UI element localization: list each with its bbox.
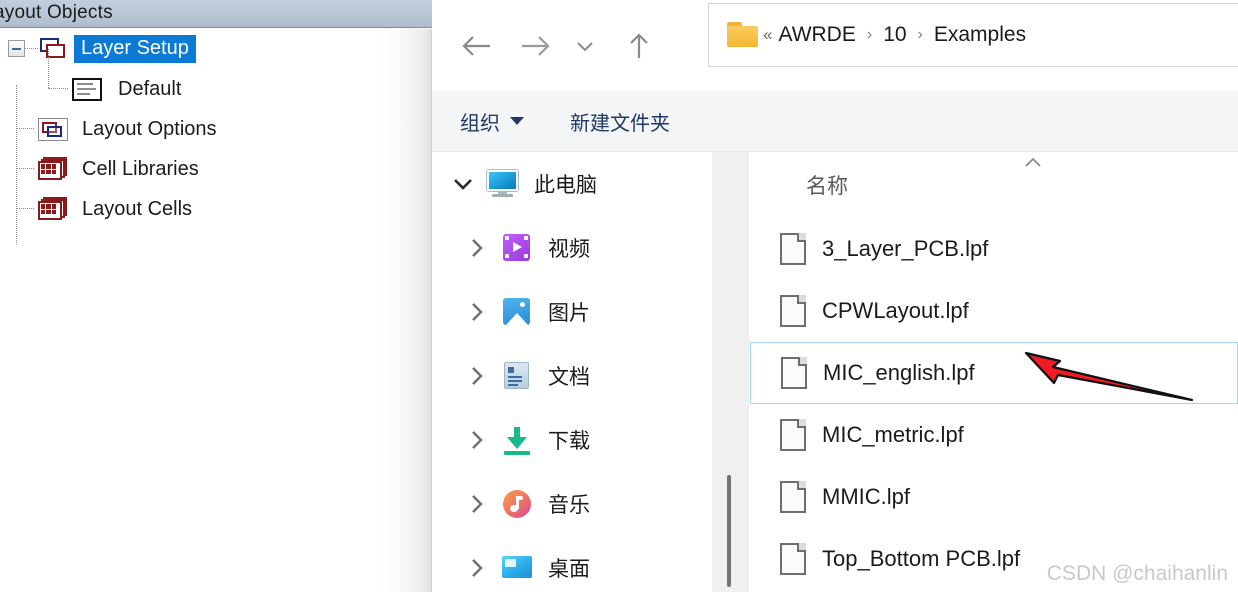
breadcrumb-item-examples[interactable]: Examples	[934, 23, 1026, 47]
breadcrumb-overflow[interactable]: «	[761, 25, 778, 45]
file-name: MIC_english.lpf	[823, 360, 975, 385]
tree-connector	[16, 128, 34, 129]
chevron-right-icon[interactable]	[454, 556, 500, 580]
new-folder-label: 新建文件夹	[570, 112, 670, 135]
chevron-down-icon[interactable]	[440, 176, 486, 192]
tree-item-label: Layout Cells	[82, 198, 193, 220]
up-icon[interactable]	[612, 16, 666, 76]
nav-item-label: 此电脑	[534, 174, 597, 197]
nav-item-label: 下载	[548, 430, 590, 453]
tree-item-default[interactable]: Default	[0, 49, 380, 109]
file-name: CPWLayout.lpf	[822, 298, 969, 323]
nav-item-label: 图片	[548, 302, 590, 325]
chevron-down-icon[interactable]	[562, 16, 608, 76]
tree-item-layout-options[interactable]: Layout Options	[0, 109, 380, 149]
navigation-pane: 此电脑 视频 图片 文档 下载 音乐 桌面	[432, 152, 712, 592]
file-name: Top_Bottom PCB.lpf	[822, 546, 1021, 571]
lpf-file-icon	[780, 233, 806, 265]
file-list-item[interactable]: 3_Layer_PCB.lpf	[750, 218, 1238, 280]
tree-connector	[16, 208, 34, 209]
lpf-file-icon	[780, 295, 806, 327]
file-name: MMIC.lpf	[822, 484, 910, 509]
nav-item-desktop[interactable]: 桌面	[432, 536, 712, 592]
tree-connector	[16, 168, 34, 169]
new-folder-button[interactable]: 新建文件夹	[570, 107, 670, 136]
tree-item-label: Default	[118, 78, 182, 100]
tree-item-label: Layer Setup	[74, 35, 196, 63]
file-name: 3_Layer_PCB.lpf	[822, 236, 989, 261]
nav-item-this-pc[interactable]: 此电脑	[432, 152, 712, 216]
nav-item-downloads[interactable]: 下载	[432, 408, 712, 472]
tree-item-layer-setup[interactable]: Layer Setup	[0, 29, 380, 69]
music-icon	[500, 489, 534, 519]
file-list-pane: 名称 3_Layer_PCB.lpf CPWLayout.lpf MIC_eng…	[750, 152, 1238, 592]
nav-item-videos[interactable]: 视频	[432, 216, 712, 280]
nav-item-label: 音乐	[548, 494, 590, 517]
layout-objects-tree: Layer Setup Default Layout Options Cell …	[0, 29, 380, 245]
explorer-navigation-bar: « AWRDE › 10 › Examples	[432, 0, 1238, 91]
tree-item-label: Layout Options	[82, 118, 217, 140]
collapse-expander-icon[interactable]	[8, 40, 25, 57]
chevron-right-icon[interactable]	[454, 300, 500, 324]
nav-item-label: 桌面	[548, 558, 590, 581]
caret-down-icon	[510, 117, 524, 125]
nav-item-label: 视频	[548, 238, 590, 261]
file-list-item[interactable]: CPWLayout.lpf	[750, 280, 1238, 342]
nav-item-documents[interactable]: 文档	[432, 344, 712, 408]
lpf-file-icon	[780, 481, 806, 513]
organize-label: 组织	[460, 112, 500, 135]
layout-options-icon	[38, 117, 68, 141]
layout-objects-title: ayout Objects	[0, 2, 113, 23]
address-bar[interactable]: « AWRDE › 10 › Examples	[708, 3, 1238, 67]
panel-edge-gradient	[380, 29, 432, 592]
scrollbar-thumb[interactable]	[727, 475, 731, 587]
tree-connector	[25, 48, 38, 49]
breadcrumb-item-awrde[interactable]: AWRDE	[778, 23, 855, 47]
chevron-right-icon[interactable]	[454, 492, 500, 516]
nav-item-pictures[interactable]: 图片	[432, 280, 712, 344]
tree-trunk-line	[48, 49, 49, 88]
tree-item-label: Cell Libraries	[82, 158, 199, 180]
lpf-file-icon	[780, 543, 806, 575]
breadcrumb-separator-icon[interactable]: ›	[856, 26, 883, 44]
tree-item-layout-cells[interactable]: Layout Cells	[0, 189, 380, 229]
file-open-dialog: « AWRDE › 10 › Examples 组织 新建文件夹 此电脑 视频 …	[432, 0, 1238, 592]
breadcrumb-separator-icon[interactable]: ›	[907, 26, 934, 44]
nav-item-music[interactable]: 音乐	[432, 472, 712, 536]
folder-icon	[727, 21, 761, 49]
sort-ascending-icon	[1022, 156, 1044, 175]
command-bar: 组织 新建文件夹	[432, 91, 1238, 152]
watermark: CSDN @chaihanlin	[1046, 562, 1228, 585]
tree-item-cell-libraries[interactable]: Cell Libraries	[0, 149, 380, 189]
breadcrumb-item-10[interactable]: 10	[883, 23, 906, 47]
column-header-name[interactable]: 名称	[806, 170, 848, 200]
tree-connector	[48, 88, 68, 89]
layer-setup-icon	[40, 38, 68, 60]
lpf-file-icon	[781, 357, 807, 389]
organize-button[interactable]: 组织	[460, 107, 524, 136]
nav-item-label: 文档	[548, 366, 590, 389]
default-layer-icon	[72, 77, 102, 101]
pictures-icon	[500, 297, 534, 327]
file-list-item[interactable]: MIC_metric.lpf	[750, 404, 1238, 466]
file-list-column-header[interactable]: 名称	[750, 152, 1238, 218]
cell-libraries-icon	[38, 157, 68, 181]
file-list-item-selected[interactable]: MIC_english.lpf	[750, 342, 1238, 404]
layout-objects-panel: ayout Objects Layer Setup Default Layout…	[0, 0, 432, 592]
desktop-icon	[500, 553, 534, 583]
downloads-icon	[500, 425, 534, 455]
documents-icon	[500, 361, 534, 391]
videos-icon	[500, 233, 534, 263]
chevron-right-icon[interactable]	[454, 236, 500, 260]
file-name: MIC_metric.lpf	[822, 422, 964, 447]
lpf-file-icon	[780, 419, 806, 451]
forward-icon[interactable]	[508, 16, 562, 76]
chevron-right-icon[interactable]	[454, 428, 500, 452]
chevron-right-icon[interactable]	[454, 364, 500, 388]
back-icon[interactable]	[450, 16, 504, 76]
this-pc-icon	[486, 169, 520, 199]
file-list-item[interactable]: MMIC.lpf	[750, 466, 1238, 528]
layout-objects-titlebar: ayout Objects	[0, 0, 432, 28]
layout-cells-icon	[38, 197, 68, 221]
